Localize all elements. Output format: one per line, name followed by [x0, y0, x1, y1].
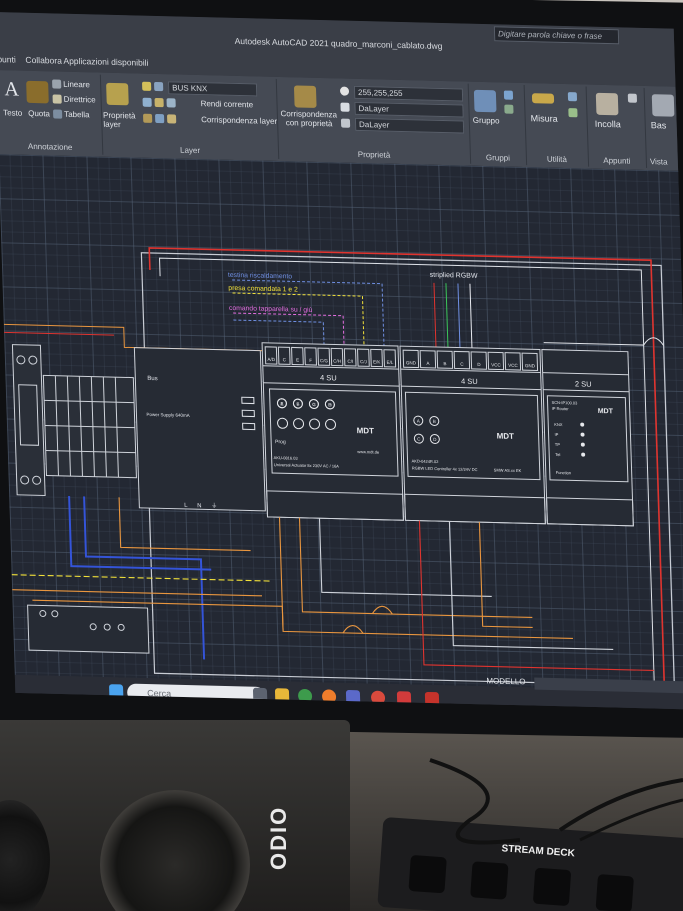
photo-scene: Autodesk AutoCAD 2021 quadro_marconi_cab…: [0, 0, 683, 911]
cables: [429, 758, 683, 845]
